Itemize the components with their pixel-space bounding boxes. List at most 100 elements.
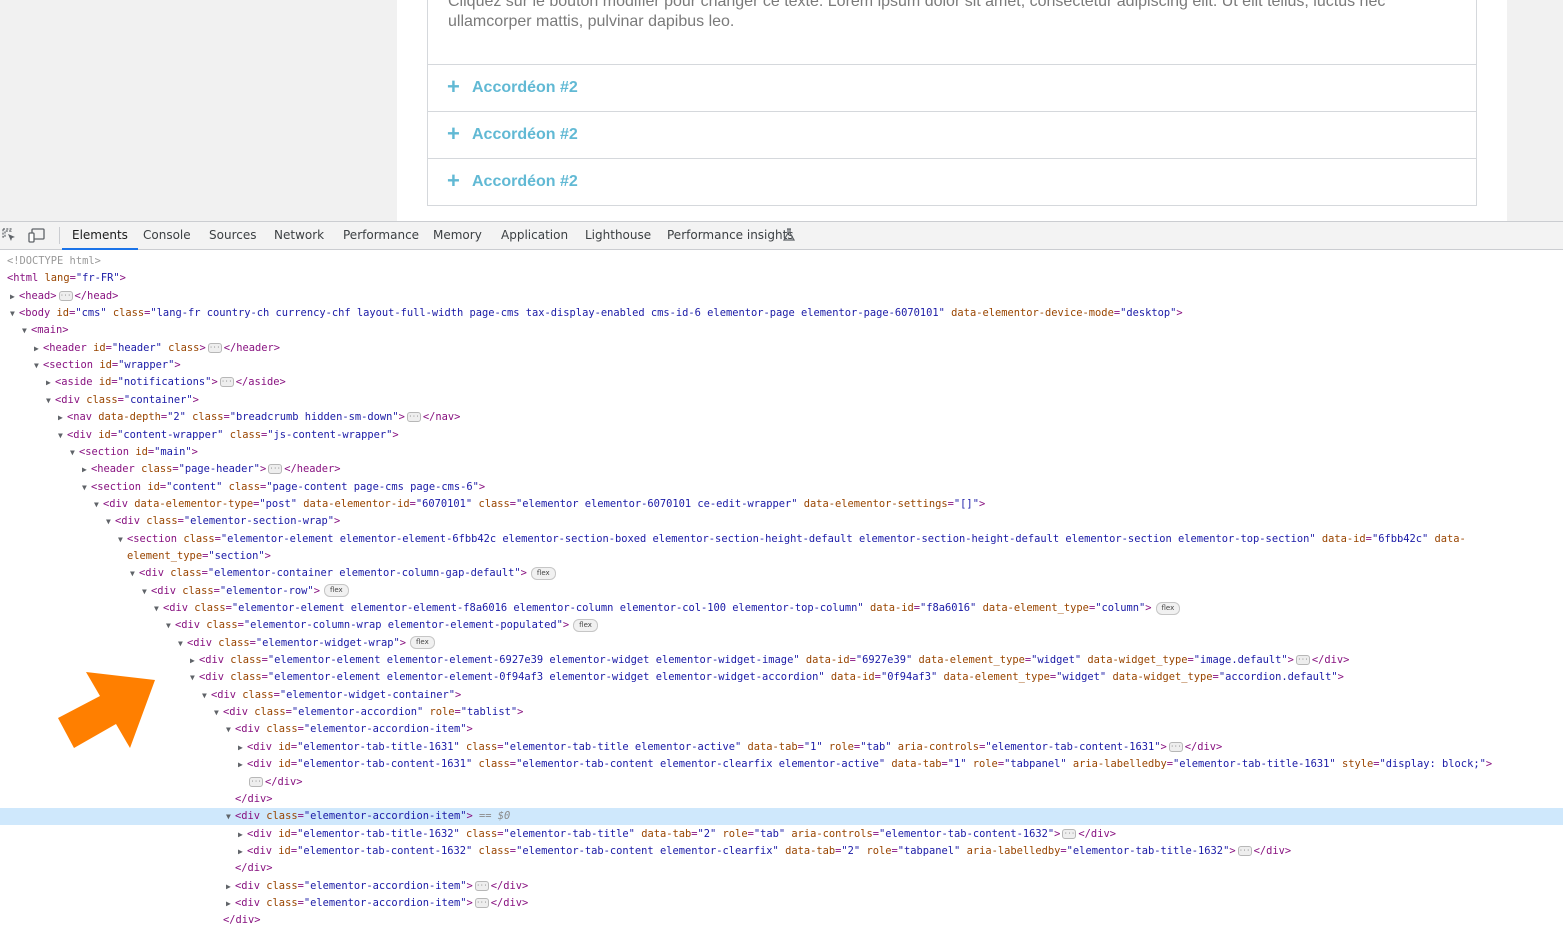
collapse-triangle-icon[interactable]: ▶ bbox=[238, 843, 243, 860]
dom-node-selected[interactable]: ▼ <div class="elementor-accordion-item"> … bbox=[0, 808, 1563, 826]
collapse-triangle-icon[interactable]: ▶ bbox=[238, 826, 243, 843]
accordion-item-title: Accordéon #2 bbox=[472, 126, 578, 143]
dom-node[interactable]: ▼ <body id="cms" class="lang-fr country-c… bbox=[0, 305, 1563, 322]
dom-node[interactable]: ▶ <div class="elementor-element elementor… bbox=[0, 652, 1563, 669]
dom-node[interactable]: ▶ <nav data-depth="2" class="breadcrumb h… bbox=[0, 409, 1563, 426]
accordion-item[interactable]: + Accordéon #2 bbox=[428, 111, 1476, 158]
accordion-item[interactable]: + Accordéon #2 bbox=[428, 158, 1476, 205]
inspect-element-icon[interactable] bbox=[2, 228, 18, 242]
collapse-triangle-icon[interactable]: ▶ bbox=[190, 652, 195, 669]
expand-triangle-icon[interactable]: ▼ bbox=[178, 635, 183, 652]
expand-triangle-icon[interactable]: ▼ bbox=[226, 808, 231, 825]
expand-triangle-icon[interactable]: ▼ bbox=[214, 704, 219, 721]
dom-node[interactable]: ▶ <aside id="notifications"> ··· </aside> bbox=[0, 374, 1563, 391]
expand-triangle-icon[interactable]: ▼ bbox=[94, 496, 99, 513]
expand-triangle-icon[interactable]: ▼ bbox=[202, 687, 207, 704]
expand-triangle-icon[interactable]: ▼ bbox=[22, 322, 27, 339]
dom-node[interactable]: ▼ <div id="content-wrapper" class="js-con… bbox=[0, 427, 1563, 444]
expand-triangle-icon[interactable]: ▼ bbox=[34, 357, 39, 374]
expand-triangle-icon[interactable]: ▼ bbox=[118, 531, 123, 548]
collapse-triangle-icon[interactable]: ▶ bbox=[82, 461, 87, 478]
dom-node[interactable]: element_type="section"> bbox=[0, 548, 1563, 565]
dom-node[interactable]: ▶ <div id="elementor-tab-title-1632" clas… bbox=[0, 826, 1563, 843]
dom-node-code: <header id="header" class> ··· </header> bbox=[43, 341, 281, 354]
tab-memory[interactable]: Memory bbox=[433, 222, 482, 249]
expand-triangle-icon[interactable]: ▼ bbox=[130, 565, 135, 582]
expand-triangle-icon[interactable]: ▼ bbox=[106, 513, 111, 530]
dom-node[interactable]: ▼ <div class="elementor-widget-wrap"> flex bbox=[0, 635, 1563, 652]
dom-node[interactable]: ▶ <div id="elementor-tab-content-1632" cl… bbox=[0, 843, 1563, 860]
orange-arrow-icon bbox=[58, 672, 155, 748]
dom-node-code: <aside id="notifications"> ··· </aside> bbox=[55, 376, 286, 389]
expand-triangle-icon[interactable]: ▼ bbox=[82, 479, 87, 496]
dom-node[interactable]: ▼ <div class="elementor-column-wrap eleme… bbox=[0, 617, 1563, 634]
dom-node-code: <div class="elementor-element elementor-… bbox=[163, 600, 1181, 617]
collapse-triangle-icon[interactable]: ▶ bbox=[226, 878, 231, 895]
expand-triangle-icon[interactable]: ▼ bbox=[58, 427, 63, 444]
expand-triangle-icon[interactable]: ▼ bbox=[166, 617, 171, 634]
expand-triangle-icon[interactable]: ▼ bbox=[190, 669, 195, 686]
collapse-triangle-icon[interactable]: ▶ bbox=[58, 409, 63, 426]
dom-node[interactable]: ▼ <section id="main"> bbox=[0, 444, 1563, 461]
collapse-triangle-icon[interactable]: ▶ bbox=[10, 288, 15, 305]
dom-node[interactable]: <html lang="fr-FR"> bbox=[0, 270, 1563, 287]
dom-node[interactable]: ··· </div> bbox=[0, 774, 1563, 791]
tab-performance[interactable]: Performance bbox=[343, 222, 419, 249]
dom-node[interactable]: ▼ <main> bbox=[0, 322, 1563, 339]
collapse-triangle-icon[interactable]: ▶ bbox=[226, 895, 231, 912]
tab-sources[interactable]: Sources bbox=[209, 222, 256, 249]
collapse-triangle-icon[interactable]: ▶ bbox=[238, 739, 243, 756]
accordion-item[interactable]: + Accordéon #2 bbox=[428, 64, 1476, 111]
collapse-triangle-icon[interactable]: ▶ bbox=[238, 756, 243, 773]
tab-elements[interactable]: Elements bbox=[62, 222, 138, 250]
dom-node[interactable]: ▼ <div class="container"> bbox=[0, 392, 1563, 409]
dom-node[interactable]: ▼ <section id="content" class="page-conte… bbox=[0, 479, 1563, 496]
dom-node[interactable]: </div> bbox=[0, 791, 1563, 808]
collapse-triangle-icon[interactable]: ▶ bbox=[34, 340, 39, 357]
dom-node[interactable]: ▶ <header class="page-header"> ··· </header… bbox=[0, 461, 1563, 478]
dom-node[interactable]: ▶ <div id="elementor-tab-title-1631" clas… bbox=[0, 739, 1563, 756]
expand-triangle-icon[interactable]: ▼ bbox=[226, 721, 231, 738]
dom-node[interactable]: ▼ <div class="elementor-row"> flex bbox=[0, 583, 1563, 600]
dom-node-code: <div class="elementor-row"> flex bbox=[151, 583, 349, 600]
dom-node[interactable]: ▼ <div class="elementor-accordion" role="… bbox=[0, 704, 1563, 721]
plus-icon: + bbox=[447, 121, 460, 146]
tab-lighthouse[interactable]: Lighthouse bbox=[585, 222, 651, 249]
dom-node-code: <div class="elementor-accordion-item"> bbox=[235, 723, 473, 736]
tab-application[interactable]: Application bbox=[501, 222, 568, 249]
dom-node-code: <div class="elementor-accordion-item"> ··… bbox=[235, 896, 529, 909]
dom-node[interactable]: ▼ <div class="elementor-widget-container"… bbox=[0, 687, 1563, 704]
dom-node[interactable]: ▼ <div data-elementor-type="post" data-el… bbox=[0, 496, 1563, 513]
expand-triangle-icon[interactable]: ▼ bbox=[46, 392, 51, 409]
dom-node-code: <body id="cms" class="lang-fr country-ch… bbox=[19, 307, 1183, 320]
dom-node-code: <!DOCTYPE html> bbox=[7, 255, 101, 267]
device-toolbar-icon[interactable] bbox=[28, 228, 45, 243]
dom-node[interactable]: </div> bbox=[0, 912, 1563, 929]
dom-node[interactable]: ▼ <div class="elementor-container element… bbox=[0, 565, 1563, 582]
dom-node[interactable]: ▶ <div id="elementor-tab-content-1631" cl… bbox=[0, 756, 1563, 773]
dom-node[interactable]: ▶ <div class="elementor-accordion-item"> ·… bbox=[0, 895, 1563, 912]
dom-node[interactable]: <!DOCTYPE html> bbox=[0, 253, 1563, 270]
expand-triangle-icon[interactable]: ▼ bbox=[154, 600, 159, 617]
tab-performance-insights[interactable]: Performance insights bbox=[667, 222, 794, 249]
dom-node-code: </div> bbox=[223, 914, 261, 927]
dom-node[interactable]: ▶ <div class="elementor-accordion-item"> ·… bbox=[0, 878, 1563, 895]
expand-triangle-icon[interactable]: ▼ bbox=[142, 583, 147, 600]
dom-node[interactable]: ▼ <div class="elementor-section-wrap"> bbox=[0, 513, 1563, 530]
dom-node[interactable]: ▼ <div class="elementor-accordion-item"> bbox=[0, 721, 1563, 738]
dom-node[interactable]: ▶ <head> ··· </head> bbox=[0, 288, 1563, 305]
collapse-triangle-icon[interactable]: ▶ bbox=[46, 374, 51, 391]
dom-node[interactable]: ▼ <div class="elementor-element elementor… bbox=[0, 669, 1563, 686]
dom-node[interactable]: </div> bbox=[0, 860, 1563, 877]
devtools-tab-bar: Elements Console Sources Network Perform… bbox=[0, 222, 1563, 250]
dom-node[interactable]: ▼ <section class="elementor-element eleme… bbox=[0, 531, 1563, 548]
dom-node-code: </div> bbox=[235, 862, 273, 875]
tab-console[interactable]: Console bbox=[143, 222, 191, 249]
dom-node-code: <div class="container"> bbox=[55, 393, 199, 406]
expand-triangle-icon[interactable]: ▼ bbox=[70, 444, 75, 461]
expand-triangle-icon[interactable]: ▼ bbox=[10, 305, 15, 322]
dom-node[interactable]: ▼ <div class="elementor-element elementor… bbox=[0, 600, 1563, 617]
tab-network[interactable]: Network bbox=[274, 222, 324, 249]
dom-node[interactable]: ▶ <header id="header" class> ··· </header> bbox=[0, 340, 1563, 357]
dom-node[interactable]: ▼ <section id="wrapper"> bbox=[0, 357, 1563, 374]
